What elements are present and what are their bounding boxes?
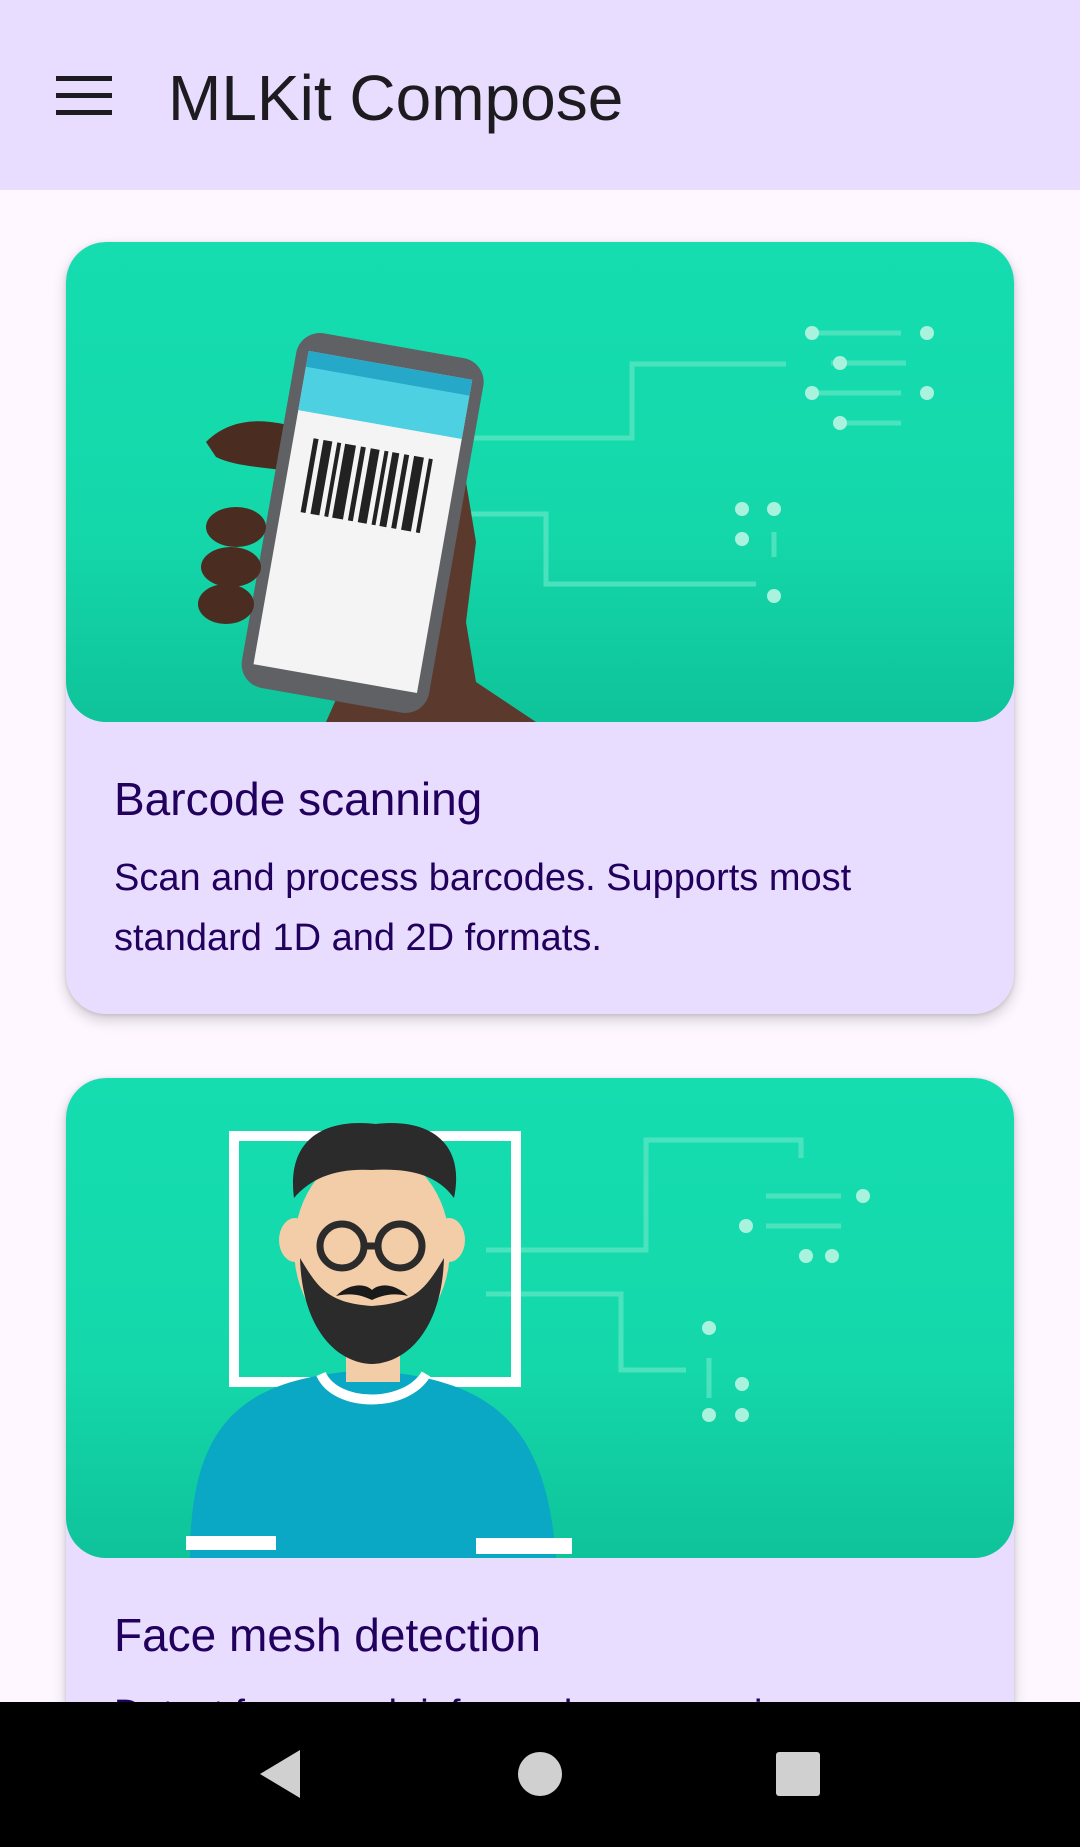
app-title: MLKit Compose <box>168 62 624 134</box>
hamburger-menu-icon <box>56 76 112 115</box>
feature-card-barcode[interactable]: Barcode scanning Scan and process barcod… <box>66 242 1014 1014</box>
card-title: Barcode scanning <box>114 773 483 825</box>
system-navigation-bar <box>0 1702 1080 1847</box>
recents-button[interactable] <box>748 1724 848 1824</box>
back-button[interactable] <box>230 1724 330 1824</box>
home-circle-icon <box>518 1752 562 1796</box>
card-description: Scan and process barcodes. Supports most… <box>114 857 852 959</box>
card-title: Face mesh detection <box>114 1609 542 1661</box>
menu-button[interactable] <box>40 60 128 132</box>
feature-list[interactable]: Barcode scanning Scan and process barcod… <box>0 190 1080 1702</box>
card-description: Detect face mesh info on close-range ima… <box>114 1684 984 1702</box>
recents-square-icon <box>776 1752 820 1796</box>
back-triangle-icon <box>260 1750 300 1798</box>
face-in-frame-illustration <box>66 1078 1014 1558</box>
phone-scanning-barcode-illustration <box>66 242 1014 722</box>
feature-card-face-mesh[interactable]: Face mesh detection Detect face mesh inf… <box>66 1078 1014 1702</box>
top-app-bar: MLKit Compose <box>0 0 1080 190</box>
home-button[interactable] <box>490 1724 590 1824</box>
